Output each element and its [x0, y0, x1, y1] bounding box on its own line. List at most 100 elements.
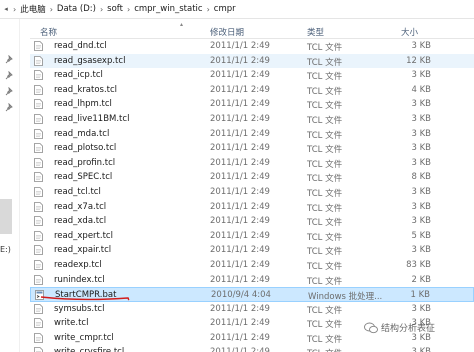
file-date: 2011/1/1 2:49: [210, 157, 270, 168]
file-row[interactable]: read_tcl.tcl 2011/1/1 2:49 TCL 文件 3 KB: [30, 185, 474, 200]
pin-icon[interactable]: [5, 103, 14, 112]
chevron-left-icon[interactable]: ◂: [0, 0, 12, 19]
file-size: 3 KB: [411, 128, 431, 139]
file-type: TCL 文件: [307, 43, 343, 53]
file-name[interactable]: write_crysfire.tcl: [54, 347, 124, 352]
file-date: 2011/1/1 2:49: [210, 70, 270, 81]
breadcrumb-item[interactable]: cmpr_win_static: [131, 4, 205, 14]
file-row[interactable]: read_plotso.tcl 2011/1/1 2:49 TCL 文件 3 KB: [30, 141, 474, 156]
file-date: 2011/1/1 2:49: [210, 128, 270, 139]
text-file-icon: [34, 55, 43, 66]
file-row[interactable]: read_SPEC.tcl 2011/1/1 2:49 TCL 文件 8 KB: [30, 170, 474, 185]
file-row[interactable]: read_kratos.tcl 2011/1/1 2:49 TCL 文件 4 KB: [30, 83, 474, 98]
file-name[interactable]: read_live11BM.tcl: [54, 114, 129, 124]
breadcrumb-item[interactable]: cmpr: [211, 4, 239, 14]
nav-scrollbar[interactable]: [0, 199, 12, 234]
file-name[interactable]: read_lhpm.tcl: [54, 99, 112, 109]
file-size: 3 KB: [411, 143, 431, 154]
file-type: TCL 文件: [307, 57, 343, 68]
file-type: TCL 文件: [307, 347, 342, 352]
file-type: TCL 文件: [307, 261, 343, 272]
file-type: TCL 文件: [307, 145, 343, 156]
watermark-text: 结构分析表征: [381, 324, 436, 334]
file-type: TCL 文件: [307, 86, 343, 97]
file-row[interactable]: symsubs.tcl 2011/1/1 2:49 TCL 文件 3 KB: [30, 302, 474, 317]
file-row[interactable]: read_xpair.tcl 2011/1/1 2:49 TCL 文件 3 KB: [30, 243, 474, 258]
breadcrumb: › 此电脑 › Data (D:) › soft › cmpr_win_static › cmpr: [12, 0, 239, 19]
file-name[interactable]: runindex.tcl: [54, 275, 105, 285]
file-name[interactable]: read_tcl.tcl: [54, 187, 101, 197]
file-name[interactable]: read_kratos.tcl: [54, 85, 117, 95]
file-row[interactable]: read_x7a.tcl 2011/1/1 2:49 TCL 文件 3 KB: [30, 200, 474, 215]
text-file-icon: [34, 99, 43, 110]
file-row[interactable]: write_crysfire.tcl 2011/1/1 2:49 TCL 文件 3 K…: [30, 345, 474, 352]
file-size: 3 KB: [411, 113, 431, 124]
file-name[interactable]: read_profin.tcl: [54, 158, 115, 168]
file-name[interactable]: read_x7a.tcl: [54, 202, 106, 212]
file-date: 2011/1/1 2:49: [210, 113, 270, 124]
file-type: TCL 文件: [307, 72, 343, 83]
file-type: Windows 批处理...: [308, 292, 383, 303]
pin-icon[interactable]: [5, 87, 14, 96]
file-row[interactable]: read_profin.tcl 2011/1/1 2:49 TCL 文件 3 KB: [30, 156, 474, 171]
address-bar[interactable]: ◂ › 此电脑 › Data (D:) › soft › cmpr_win_static › cm…: [0, 0, 474, 19]
file-name[interactable]: read_xpair.tcl: [54, 245, 111, 255]
text-file-icon: [34, 128, 43, 139]
file-date: 2011/1/1 2:49: [210, 201, 270, 212]
breadcrumb-item[interactable]: 此电脑: [17, 3, 49, 15]
file-date: 2011/1/1 2:49: [210, 259, 270, 270]
file-size: 3 KB: [411, 157, 431, 168]
file-size: 3 KB: [411, 303, 431, 314]
file-size: 2 KB: [411, 274, 431, 285]
pin-icon[interactable]: [5, 71, 14, 80]
text-file-icon: [34, 84, 43, 95]
file-row[interactable]: read_xpert.tcl 2011/1/1 2:49 TCL 文件 5 KB: [30, 229, 474, 244]
file-name[interactable]: read_xpert.tcl: [54, 231, 113, 241]
file-name[interactable]: read_icp.tcl: [54, 70, 103, 80]
file-date: 2011/1/1 2:49: [210, 245, 270, 256]
file-name[interactable]: read_mda.tcl: [54, 129, 109, 139]
breadcrumb-item[interactable]: soft: [104, 4, 126, 14]
column-type[interactable]: 类型: [307, 26, 324, 38]
navigation-pane: E:): [0, 19, 20, 352]
file-size: 3 KB: [411, 70, 431, 81]
file-date: 2011/1/1 2:49: [210, 143, 270, 154]
file-size: 3 KB: [411, 201, 431, 212]
file-name[interactable]: read_dnd.tcl: [54, 41, 107, 51]
file-row[interactable]: read_icp.tcl 2011/1/1 2:49 TCL 文件 3 KB: [30, 68, 474, 83]
file-name[interactable]: read_plotso.tcl: [54, 143, 116, 153]
file-row[interactable]: readexp.tcl 2011/1/1 2:49 TCL 文件 83 KB: [30, 258, 474, 273]
file-row[interactable]: read_live11BM.tcl 2011/1/1 2:49 TCL 文件 3 KB: [30, 112, 474, 127]
column-size[interactable]: 大小: [401, 26, 418, 38]
column-header: 名称 ▴ 修改日期 类型 大小: [30, 21, 474, 39]
sort-caret-icon: ▴: [180, 21, 184, 28]
file-name[interactable]: symsubs.tcl: [54, 304, 104, 314]
file-date: 2011/1/1 2:49: [210, 172, 270, 183]
file-size: 3 KB: [411, 245, 431, 256]
drive-label[interactable]: E:): [0, 245, 11, 254]
file-name[interactable]: read_SPEC.tcl: [54, 172, 112, 182]
pin-icon[interactable]: [5, 55, 14, 64]
breadcrumb-item[interactable]: Data (D:): [54, 4, 99, 14]
text-file-icon: [34, 70, 43, 81]
file-row[interactable]: read_dnd.tcl 2011/1/1 2:49 TCL 文件 3 KB: [30, 39, 474, 54]
column-date[interactable]: 修改日期: [210, 26, 244, 38]
file-row[interactable]: read_lhpm.tcl 2011/1/1 2:49 TCL 文件 3 KB: [30, 97, 474, 112]
file-row[interactable]: read_mda.tcl 2011/1/1 2:49 TCL 文件 3 KB: [30, 127, 474, 142]
file-name[interactable]: readexp.tcl: [54, 260, 102, 270]
file-date: 2011/1/1 2:49: [210, 303, 270, 314]
file-row[interactable]: read_gsasexp.tcl 2011/1/1 2:49 TCL 文件 12 KB: [30, 53, 474, 69]
watermark: 结构分析表征: [364, 321, 435, 334]
file-name[interactable]: write.tcl: [54, 318, 88, 328]
file-name[interactable]: read_gsasexp.tcl: [54, 56, 125, 66]
file-name[interactable]: write_cmpr.tcl: [54, 333, 114, 343]
file-row[interactable]: read_xda.tcl 2011/1/1 2:49 TCL 文件 3 KB: [30, 214, 474, 229]
file-type: TCL 文件: [307, 203, 343, 214]
file-type: TCL 文件: [307, 334, 343, 345]
file-row[interactable]: runindex.tcl 2011/1/1 2:49 TCL 文件 2 KB: [30, 273, 474, 288]
file-type: TCL 文件: [307, 247, 343, 258]
file-list: 名称 ▴ 修改日期 类型 大小 read_dnd.tcl 2011/1/1 2:4…: [30, 21, 474, 352]
file-name[interactable]: read_xda.tcl: [54, 216, 106, 226]
column-name[interactable]: 名称: [40, 26, 57, 38]
file-date: 2011/1/1 2:49: [210, 332, 270, 343]
